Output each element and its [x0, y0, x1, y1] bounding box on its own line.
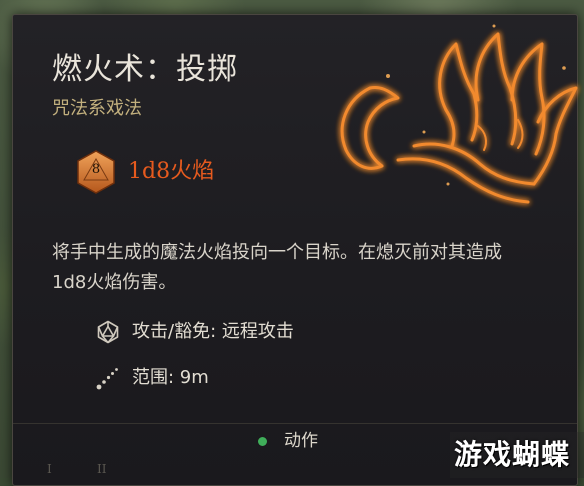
d20-outline-icon: [97, 320, 119, 344]
action-cost: 动作: [258, 428, 378, 454]
range-text: 范围: 9m: [132, 367, 209, 388]
action-cost-text: 动作: [284, 431, 318, 451]
flaming-hand-icon: [340, 24, 578, 204]
spell-description: 将手中生成的魔法火焰投向一个目标。在熄灭前对其造成1d8火焰伤害。: [52, 242, 502, 293]
damage-row: 8 1d8火焰: [76, 150, 296, 196]
level-marker-1: I: [47, 462, 52, 476]
spell-title: 燃火术：投掷: [52, 52, 238, 87]
footer-divider: [13, 423, 577, 424]
level-marker-2: II: [97, 462, 107, 476]
range-row: 范围: 9m: [96, 364, 456, 392]
green-action-dot-icon: [258, 437, 267, 446]
watermark-text: 游戏蝴蝶: [454, 438, 571, 471]
attack-save-text: 攻击/豁免: 远程攻击: [132, 321, 294, 342]
dotted-range-icon: [96, 368, 118, 390]
attack-save-row: 攻击/豁免: 远程攻击: [96, 318, 456, 346]
watermark: 游戏蝴蝶: [450, 432, 584, 478]
damage-die-face: 8: [91, 162, 101, 177]
spell-school: 咒法系戏法: [52, 98, 142, 119]
damage-value: 1d8火焰: [128, 159, 215, 184]
